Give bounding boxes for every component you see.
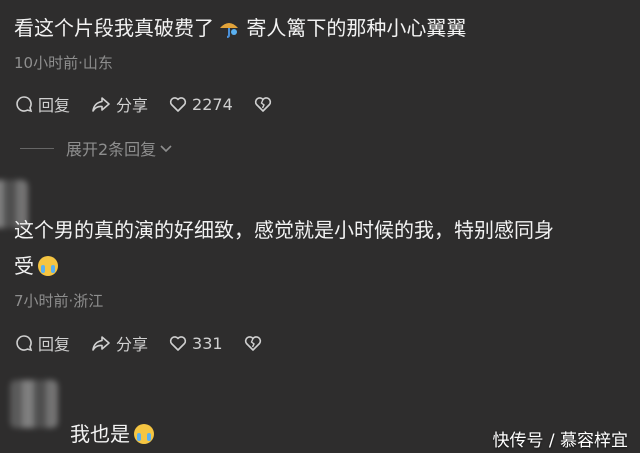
- expand-replies-button[interactable]: 展开2条回复: [20, 136, 174, 160]
- comment-2-meta: 7小时前·浙江: [14, 292, 104, 310]
- comment-1-text-part2: 寄人篱下的那种小心翼翼: [240, 16, 467, 40]
- heart-icon: [169, 97, 187, 112]
- comment-1-actions: 回复 分享 2274: [14, 92, 297, 116]
- avatar[interactable]: [10, 380, 58, 428]
- like-count: 2274: [192, 94, 233, 114]
- like-count: 331: [192, 333, 223, 353]
- reply-button[interactable]: 回复: [14, 92, 70, 116]
- dislike-button[interactable]: [243, 333, 267, 353]
- comment-3-text: 我也是: [70, 418, 154, 450]
- comment-1-meta: 10小时前·山东: [14, 54, 113, 72]
- chevron-down-icon: [160, 145, 172, 153]
- comment-1-text: 看这个片段我真破费了 寄人篱下的那种小心翼翼: [14, 12, 466, 44]
- reply-button[interactable]: 回复: [14, 331, 70, 355]
- reply-label: 回复: [38, 96, 71, 115]
- share-button[interactable]: 分享: [90, 331, 148, 355]
- share-label: 分享: [116, 335, 149, 354]
- expand-replies-label: 展开2条回复: [66, 140, 157, 159]
- crying-emoji-icon: [134, 424, 154, 444]
- share-label: 分享: [116, 96, 149, 115]
- broken-heart-icon: [254, 97, 271, 112]
- comment-2-text-line2: 受: [14, 250, 58, 282]
- comment-3-text-content: 我也是: [70, 422, 130, 446]
- umbrella-emoji-icon: [218, 15, 240, 38]
- reply-label: 回复: [38, 335, 71, 354]
- share-arrow-icon: [92, 97, 110, 112]
- expand-divider: [20, 147, 54, 149]
- share-arrow-icon: [92, 336, 110, 351]
- comment-2-actions: 回复 分享 331: [14, 331, 287, 355]
- crying-emoji-icon: [38, 256, 58, 276]
- comment-2-text-line2-content: 受: [14, 254, 34, 278]
- comment-bubble-icon: [16, 335, 33, 352]
- like-button[interactable]: 331: [168, 333, 223, 353]
- share-button[interactable]: 分享: [90, 92, 148, 116]
- comment-1-text-part1: 看这个片段我真破费了: [14, 16, 214, 40]
- like-button[interactable]: 2274: [168, 94, 233, 114]
- comment-2-text-line1: 这个男的真的演的好细致，感觉就是小时候的我，特别感同身: [14, 218, 554, 242]
- broken-heart-icon: [244, 336, 261, 351]
- dislike-button[interactable]: [253, 94, 277, 114]
- comment-bubble-icon: [16, 96, 33, 113]
- watermark: 快传号 / 慕容梓宜: [492, 431, 628, 451]
- heart-icon: [169, 336, 187, 351]
